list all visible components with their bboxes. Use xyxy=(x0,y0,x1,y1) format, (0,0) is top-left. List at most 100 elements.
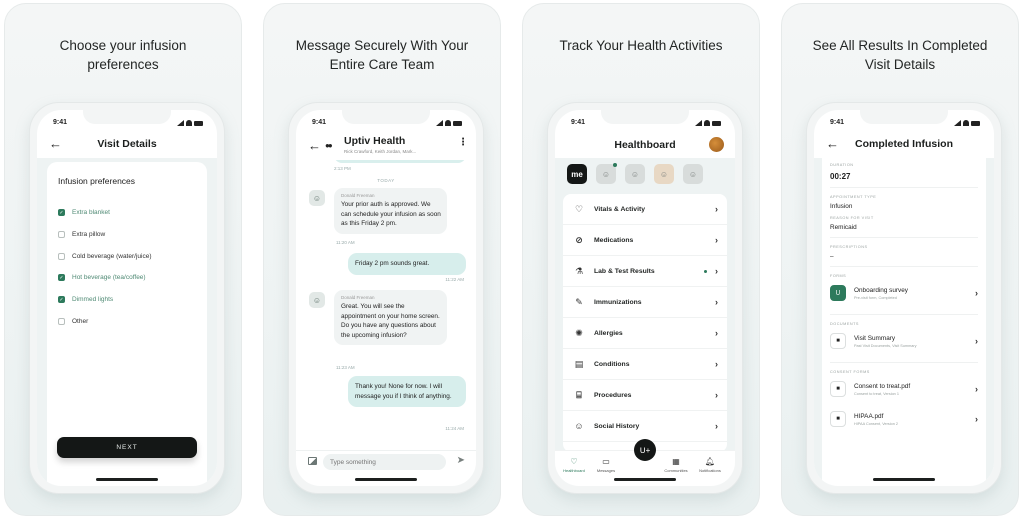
duration-label: DURATION xyxy=(830,163,854,167)
chevron-right-icon: › xyxy=(715,297,718,307)
preference-option[interactable]: Extra pillow xyxy=(58,224,201,246)
health-category-row[interactable]: ♡ Vitals & Activity › xyxy=(563,194,727,225)
back-arrow-icon[interactable]: ← xyxy=(308,138,321,153)
message-text: Your prior auth is approved. We can sche… xyxy=(341,201,441,227)
flask-icon: ⚗ xyxy=(574,265,584,276)
incoming-message: Donald Freeman Great. You will see the a… xyxy=(334,290,447,345)
preference-label: Dimmed lights xyxy=(72,296,114,304)
sender-avatar: ☺ xyxy=(309,292,325,308)
add-action-button[interactable]: ᑌ+ xyxy=(634,439,656,461)
new-indicator-dot xyxy=(613,163,617,167)
health-category-row[interactable]: ⌸ Procedures › xyxy=(563,380,727,411)
sender-avatar: ☺ xyxy=(309,190,325,206)
chevron-right-icon: › xyxy=(715,390,718,400)
tab-messages[interactable]: ▭ Messages xyxy=(589,457,623,473)
chat-bubble-icon: ▭ xyxy=(602,457,610,466)
back-arrow-icon[interactable]: ← xyxy=(49,136,62,151)
next-button[interactable]: NEXT xyxy=(57,437,197,458)
prescriptions-value: – xyxy=(830,253,834,260)
consent-item[interactable]: ■ Consent to treat.pdf Consent to treat, … xyxy=(830,374,978,404)
document-icon: ■ xyxy=(830,333,846,349)
tab-label: Messages xyxy=(596,468,616,473)
panel-infusion-preferences: Choose your infusion preferences 9:41 ← … xyxy=(4,3,242,516)
tab-communities[interactable]: ▦ Communities xyxy=(659,457,693,473)
health-category-row[interactable]: ▤ Conditions › xyxy=(563,349,727,380)
profile-avatar[interactable]: ☺ xyxy=(654,164,674,184)
battery-icon xyxy=(712,120,721,126)
preference-option[interactable]: Cold beverage (water/juice) xyxy=(58,245,201,267)
preference-option[interactable]: Other xyxy=(58,310,201,332)
syringe-icon: ✎ xyxy=(575,296,583,307)
tab-label: Communities xyxy=(664,468,688,473)
profile-avatar[interactable]: ☺ xyxy=(596,163,617,184)
checkbox-unchecked[interactable] xyxy=(58,317,65,325)
health-category-row[interactable]: ⚗ Lab & Test Results › xyxy=(563,256,727,287)
bell-icon: 🔔︎ xyxy=(704,457,716,466)
home-indicator xyxy=(96,478,158,481)
preference-label: Other xyxy=(72,317,89,325)
chevron-right-icon: › xyxy=(715,235,718,245)
category-label: Medications xyxy=(594,236,634,244)
status-time: 9:41 xyxy=(571,119,586,126)
checkbox-unchecked[interactable] xyxy=(58,252,65,260)
status-bar: 9:41 xyxy=(571,119,721,129)
preference-option[interactable]: ✓ Dimmed lights xyxy=(58,289,201,311)
profile-avatar[interactable]: ☺ xyxy=(625,164,645,184)
preference-label: Extra blanket xyxy=(72,209,110,217)
home-indicator xyxy=(614,478,676,481)
more-options-icon[interactable]: ⋮ xyxy=(458,137,468,148)
panel-title: See All Results In Completed Visit Detai… xyxy=(812,38,988,72)
health-category-row[interactable]: ✎ Immunizations › xyxy=(563,287,727,318)
panel-messaging: Message Securely With Your Entire Care T… xyxy=(263,3,501,516)
signal-icon xyxy=(695,120,702,126)
reason-label: REASON FOR VISIT xyxy=(830,216,874,220)
checkbox-checked[interactable]: ✓ xyxy=(58,296,65,304)
category-label: Social History xyxy=(594,422,640,430)
consent-item[interactable]: ■ HIPAA.pdf HIPAA Consent, Version 2 › xyxy=(830,404,978,434)
preference-label: Hot beverage (tea/coffee) xyxy=(72,274,146,282)
document-item[interactable]: ■ Visit Summary Past Visit Documents, Vis… xyxy=(830,326,978,356)
health-category-row[interactable]: ✺ Allergies › xyxy=(563,318,727,349)
phone-frame: 9:41 ← ●● Uptiv Health Rick Crawford, Ke… xyxy=(288,102,484,494)
message-timestamp: 11:20 AM xyxy=(336,240,355,245)
appointment-type-label: APPOINTMENT TYPE xyxy=(830,195,877,199)
outgoing-message: Thank you! None for now. I will message … xyxy=(348,376,466,407)
profile-avatar[interactable]: ☺ xyxy=(683,164,703,184)
reason-value: Remicaid xyxy=(830,224,857,231)
image-attach-icon[interactable] xyxy=(308,457,317,465)
wifi-icon xyxy=(445,120,451,126)
back-arrow-icon[interactable]: ← xyxy=(826,136,839,151)
message-timestamp: 2:13 PM xyxy=(334,166,351,171)
wifi-icon xyxy=(963,120,969,126)
profile-switcher: me ☺ ☺ ☺ ☺ xyxy=(567,163,723,186)
send-icon[interactable]: ➤ xyxy=(457,455,465,466)
checkbox-checked[interactable]: ✓ xyxy=(58,274,65,282)
checkbox-unchecked[interactable] xyxy=(58,231,65,239)
head-icon: ☺ xyxy=(574,421,584,431)
preference-option[interactable]: ✓ Extra blanket xyxy=(58,202,201,224)
nav-title: Completed Infusion xyxy=(855,138,953,150)
phone-frame: 9:41 ← Visit Details Infusion preference… xyxy=(29,102,225,494)
tab-notifications[interactable]: 🔔︎ Notifications xyxy=(693,457,727,473)
panel-completed-visit: See All Results In Completed Visit Detai… xyxy=(781,3,1019,516)
message-input[interactable] xyxy=(323,454,446,470)
heart-pulse-icon: ♡ xyxy=(574,203,584,214)
form-title: Onboarding survey xyxy=(854,286,908,294)
prescriptions-section: PRESCRIPTIONS – xyxy=(830,238,978,267)
health-category-row[interactable]: ☺ Social History › xyxy=(563,411,727,442)
consent-subtitle: Consent to treat, Version 1 xyxy=(854,391,899,396)
new-results-dot xyxy=(704,269,707,273)
appointment-section: APPOINTMENT TYPE Infusion REASON FOR VIS… xyxy=(830,188,978,238)
preference-option[interactable]: ✓ Hot beverage (tea/coffee) xyxy=(58,267,201,289)
preferences-list: ✓ Extra blanket Extra pillow Cold beverage … xyxy=(58,202,201,332)
allergy-icon: ✺ xyxy=(575,327,583,338)
status-time: 9:41 xyxy=(312,119,327,126)
category-label: Vitals & Activity xyxy=(594,205,645,213)
health-category-row[interactable]: ⊘ Medications › xyxy=(563,225,727,256)
user-avatar[interactable] xyxy=(709,137,724,152)
chevron-right-icon: › xyxy=(975,336,978,346)
form-item[interactable]: ᑌ Onboarding survey Pre-visit form, Compl… xyxy=(830,278,978,308)
checkbox-checked[interactable]: ✓ xyxy=(58,209,65,217)
tab-healthboard[interactable]: ♡ Healthboard xyxy=(557,457,591,473)
profile-me[interactable]: me xyxy=(567,164,587,184)
